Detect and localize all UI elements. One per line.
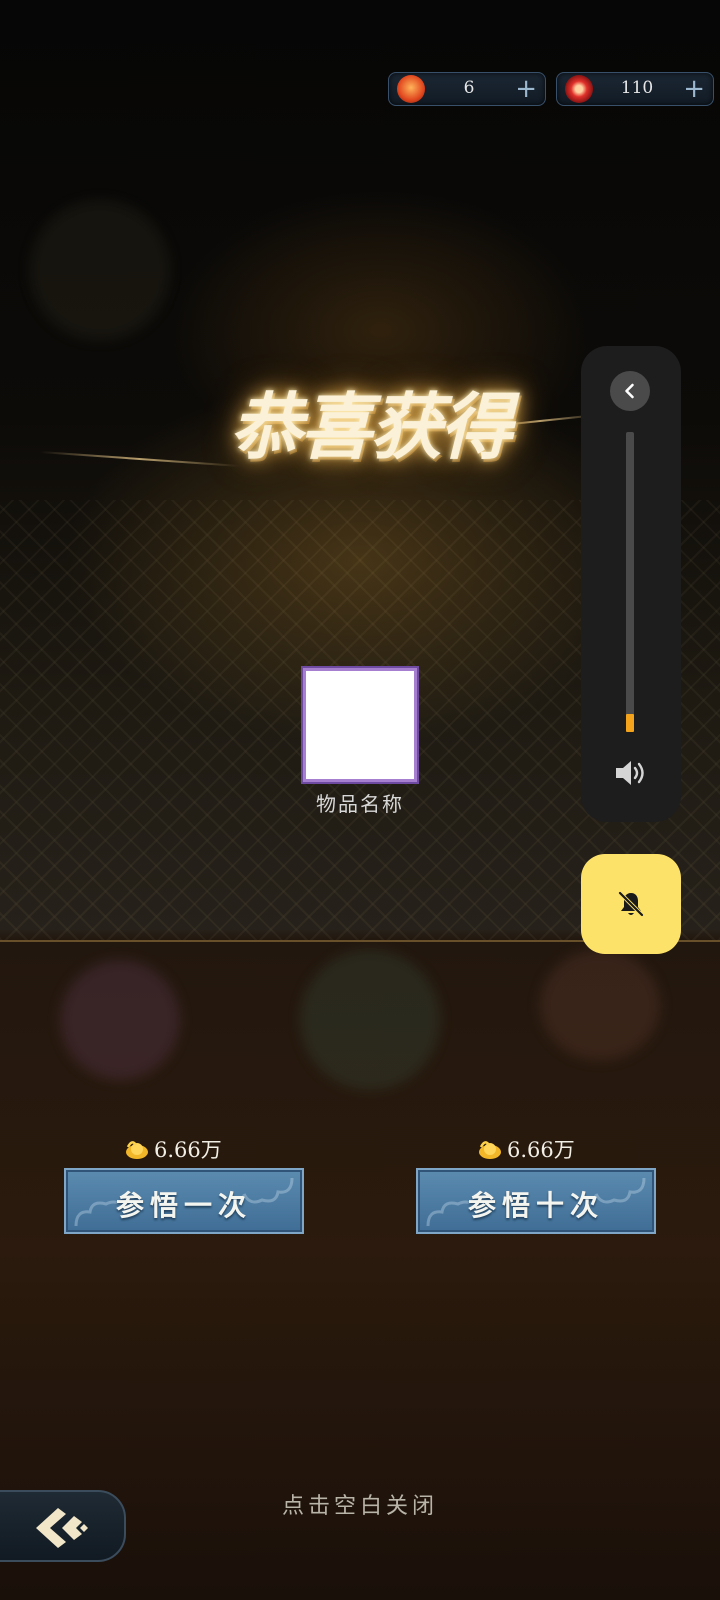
volume-slider[interactable] <box>626 432 634 732</box>
reward-item-name: 物品名称 <box>316 792 404 816</box>
ten-draw-button[interactable]: 参悟十次 <box>416 1168 656 1234</box>
add-lantern-button[interactable]: + <box>515 73 537 105</box>
back-button[interactable] <box>0 1490 126 1562</box>
add-flower-button[interactable]: + <box>683 73 705 105</box>
background-ornament <box>300 950 440 1090</box>
flower-count: 110 <box>620 78 654 98</box>
lantern-count: 6 <box>463 78 475 98</box>
lantern-icon <box>397 75 425 103</box>
single-draw-label: 参悟一次 <box>115 1189 252 1222</box>
single-draw-button[interactable]: 参悟一次 <box>64 1168 304 1234</box>
ten-draw-cost: 6.66万 <box>477 1134 575 1162</box>
close-hint[interactable]: 点击空白关闭 <box>210 1488 510 1520</box>
single-draw-cost-value: 6.66万 <box>154 1138 222 1162</box>
gold-ingot-icon <box>126 1141 148 1159</box>
volume-panel <box>581 346 681 822</box>
speaker-icon[interactable] <box>613 758 649 788</box>
background-ornament <box>60 960 180 1080</box>
single-draw-cost: 6.66万 <box>124 1134 222 1162</box>
congratulations-title: 恭喜获得 <box>229 384 512 469</box>
ten-draw-cost-value: 6.66万 <box>507 1138 575 1162</box>
flower-currency: 110 + <box>556 72 714 106</box>
volume-slider-fill <box>626 714 634 732</box>
background-ornament <box>30 200 170 340</box>
bell-off-icon <box>618 891 644 917</box>
back-arrow-icon <box>36 1508 88 1548</box>
red-flower-icon <box>565 75 593 103</box>
collapse-volume-button[interactable] <box>610 371 650 411</box>
ten-draw-label: 参悟十次 <box>467 1189 604 1222</box>
background-ornament <box>540 950 660 1060</box>
gold-ingot-icon <box>479 1141 501 1159</box>
chevron-left-icon <box>625 383 634 399</box>
reward-item-slot[interactable] <box>303 668 417 782</box>
lantern-currency: 6 + <box>388 72 546 106</box>
mute-button[interactable] <box>581 854 681 954</box>
